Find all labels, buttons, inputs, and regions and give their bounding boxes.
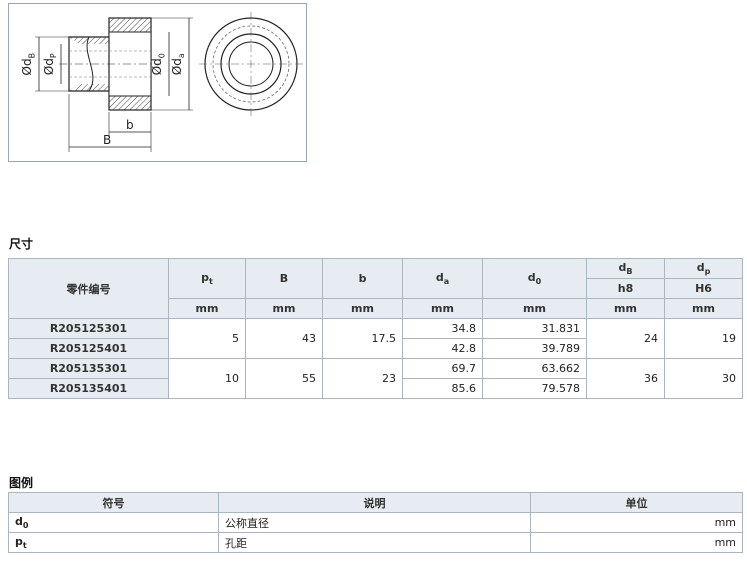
legend-table: 符号 说明 单位 d0 公称直径 mm pt 孔距 mm xyxy=(8,492,743,553)
bushing-drawing xyxy=(35,12,303,152)
cell-B: 43 xyxy=(245,318,323,359)
table-row: R205125301 5 43 17.5 34.8 31.831 24 19 xyxy=(8,318,743,359)
legend-col-symbol: 符号 xyxy=(8,492,219,513)
label-dB: ØdB xyxy=(20,52,37,76)
cell-pt: 5 xyxy=(168,318,246,359)
label-da: Øda xyxy=(169,53,187,76)
label-d0: Ød0 xyxy=(149,53,167,76)
dimensions-table: 零件编号 pt B b da d0 dB dp h8 H6 mm mm mm m… xyxy=(8,258,743,399)
col-B: B xyxy=(245,258,323,299)
legend-desc: 公称直径 xyxy=(218,512,531,533)
col-dp-tol: H6 xyxy=(664,278,743,299)
col-pt: pt xyxy=(168,258,246,299)
dimensions-title: 尺寸 xyxy=(9,237,34,251)
cell-pt: 10 xyxy=(168,358,246,399)
label-B: B xyxy=(103,133,112,147)
unit-b: mm xyxy=(322,298,403,319)
legend-row: pt 孔距 mm xyxy=(8,532,743,553)
cell-b: 17.5 xyxy=(322,318,403,359)
legend-symbol: d0 xyxy=(8,512,219,533)
legend-row: d0 公称直径 mm xyxy=(8,512,743,533)
unit-pt: mm xyxy=(168,298,246,319)
legend-title: 图例 xyxy=(9,476,34,490)
col-dp: dp xyxy=(664,258,743,279)
col-b: b xyxy=(322,258,403,299)
col-dB-tol: h8 xyxy=(586,278,665,299)
cell-da: 42.8 xyxy=(402,338,483,359)
part-number: R205125401 xyxy=(8,338,169,359)
cell-B: 55 xyxy=(245,358,323,399)
cell-d0: 63.662 xyxy=(482,358,587,379)
unit-B: mm xyxy=(245,298,323,319)
legend-unit: mm xyxy=(530,532,743,553)
cell-d0: 79.578 xyxy=(482,378,587,399)
cell-dp: 19 xyxy=(664,318,743,359)
unit-dB: mm xyxy=(586,298,665,319)
cell-da: 69.7 xyxy=(402,358,483,379)
part-number: R205135401 xyxy=(8,378,169,399)
cell-d0: 31.831 xyxy=(482,318,587,339)
label-b: b xyxy=(126,118,134,132)
unit-da: mm xyxy=(402,298,483,319)
legend-col-desc: 说明 xyxy=(218,492,531,513)
col-d0: d0 xyxy=(482,258,587,299)
legend-unit: mm xyxy=(530,512,743,533)
table-row: R205135301 10 55 23 69.7 63.662 36 30 xyxy=(8,358,743,399)
legend-desc: 孔距 xyxy=(218,532,531,553)
legend-symbol: pt xyxy=(8,532,219,553)
col-dB: dB xyxy=(586,258,665,279)
cell-dp: 30 xyxy=(664,358,743,399)
cell-b: 23 xyxy=(322,358,403,399)
cell-dB: 24 xyxy=(586,318,665,359)
cell-d0: 39.789 xyxy=(482,338,587,359)
part-number: R205135301 xyxy=(8,358,169,379)
col-part-no: 零件编号 xyxy=(8,258,169,319)
cell-dB: 36 xyxy=(586,358,665,399)
technical-drawing: ØdB ØdP Ød0 Øda b B xyxy=(8,3,307,162)
label-dp: ØdP xyxy=(41,53,59,76)
unit-d0: mm xyxy=(482,298,587,319)
unit-dp: mm xyxy=(664,298,743,319)
part-number: R205125301 xyxy=(8,318,169,339)
legend-col-unit: 单位 xyxy=(530,492,743,513)
col-da: da xyxy=(402,258,483,299)
cell-da: 85.6 xyxy=(402,378,483,399)
cell-da: 34.8 xyxy=(402,318,483,339)
